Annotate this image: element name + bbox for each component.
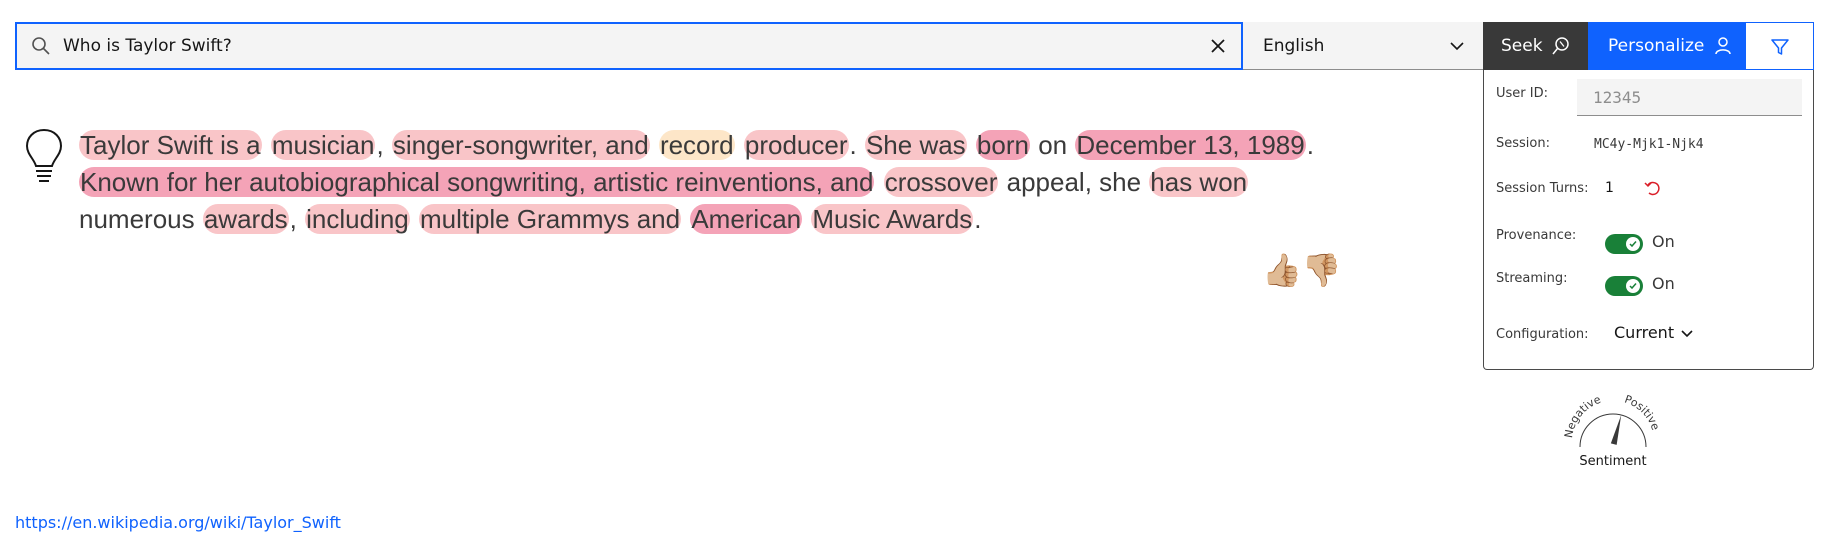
thumbs-up-icon[interactable]: 👍🏼 — [1262, 251, 1302, 289]
close-icon[interactable] — [1207, 35, 1229, 57]
personalize-button[interactable]: Personalize — [1588, 22, 1746, 70]
highlighted-phrase[interactable]: including — [305, 204, 410, 234]
session-turns-label: Session Turns: — [1496, 181, 1589, 196]
plain-text: , — [289, 204, 305, 234]
plain-text — [967, 130, 976, 160]
plain-text: . — [1306, 130, 1314, 160]
search-input-container[interactable]: Who is Taylor Swift? — [15, 22, 1243, 70]
search-input[interactable]: Who is Taylor Swift? — [63, 24, 232, 68]
thumbs-down-icon[interactable]: 👎🏼 — [1302, 251, 1342, 289]
seek-button-label: Seek — [1501, 36, 1543, 56]
filter-icon — [1771, 39, 1789, 55]
plain-text: . — [849, 130, 864, 160]
plain-text: on — [1030, 130, 1075, 160]
personalize-panel: User ID: 12345 Session: MC4y-Mjk1-Njk4 S… — [1483, 70, 1814, 370]
user-id-label: User ID: — [1496, 86, 1548, 101]
sentiment-positive-label: Positive — [1623, 393, 1662, 432]
plain-text — [874, 167, 883, 197]
highlighted-phrase[interactable]: producer — [743, 130, 849, 160]
seek-search-icon — [1552, 37, 1569, 55]
session-label: Session: — [1496, 136, 1550, 151]
session-value: MC4y-Mjk1-Njk4 — [1594, 137, 1704, 152]
seek-button[interactable]: Seek — [1483, 22, 1588, 70]
personalize-button-label: Personalize — [1608, 36, 1705, 56]
streaming-state: On — [1652, 274, 1675, 293]
highlighted-phrase[interactable]: American — [690, 204, 803, 234]
plain-text: appeal, she — [999, 167, 1149, 197]
lightbulb-icon — [25, 128, 63, 182]
configuration-value: Current — [1614, 323, 1675, 342]
plain-text: . — [974, 204, 982, 234]
toggle-knob — [1626, 237, 1640, 251]
configuration-dropdown[interactable]: Current — [1614, 323, 1694, 342]
session-turns-value: 1 — [1605, 180, 1614, 196]
highlighted-phrase[interactable]: musician — [270, 130, 376, 160]
highlighted-phrase[interactable]: Taylor Swift is a — [79, 130, 262, 160]
highlighted-phrase[interactable]: Music Awards — [811, 204, 974, 234]
toggle-knob — [1626, 279, 1640, 293]
highlighted-phrase[interactable]: record — [658, 130, 735, 160]
search-icon — [32, 37, 50, 55]
plain-text — [650, 130, 659, 160]
highlighted-phrase[interactable]: crossover — [883, 167, 999, 197]
highlighted-phrase[interactable]: Known for her autobiographical songwriti… — [79, 167, 875, 197]
highlighted-phrase[interactable]: singer-songwriter, and — [391, 130, 650, 160]
user-icon — [1715, 37, 1731, 55]
check-icon — [1629, 283, 1637, 290]
plain-text — [735, 130, 744, 160]
feedback-buttons: 👍🏼👎🏼 — [1262, 252, 1342, 288]
plain-text — [262, 130, 271, 160]
language-select-value: English — [1263, 36, 1325, 56]
plain-text — [802, 204, 811, 234]
sentiment-needle — [1610, 415, 1622, 445]
check-icon — [1629, 241, 1637, 248]
highlighted-phrase[interactable]: multiple Grammys and — [419, 204, 682, 234]
chevron-down-icon — [1450, 42, 1464, 51]
language-select[interactable]: English — [1243, 22, 1483, 70]
provenance-state: On — [1652, 232, 1675, 251]
highlighted-phrase[interactable]: awards — [202, 204, 289, 234]
highlighted-phrase[interactable]: She was — [864, 130, 967, 160]
reset-icon[interactable] — [1644, 179, 1662, 197]
highlighted-phrase[interactable]: has won — [1149, 167, 1249, 197]
plain-text — [410, 204, 419, 234]
streaming-toggle[interactable] — [1605, 276, 1643, 296]
highlighted-phrase[interactable]: December 13, 1989 — [1075, 130, 1306, 160]
provenance-label: Provenance: — [1496, 228, 1577, 243]
plain-text — [681, 204, 690, 234]
sentiment-caption: Sentiment — [1579, 454, 1647, 469]
streaming-label: Streaming: — [1496, 271, 1568, 286]
plain-text: , — [376, 130, 391, 160]
configuration-label: Configuration: — [1496, 327, 1589, 342]
user-id-input[interactable]: 12345 — [1577, 79, 1802, 116]
sentiment-negative-label: Negative — [1562, 393, 1603, 439]
source-link[interactable]: https://en.wikipedia.org/wiki/Taylor_Swi… — [15, 513, 341, 532]
filter-button[interactable] — [1746, 22, 1814, 70]
provenance-toggle[interactable] — [1605, 234, 1643, 254]
chevron-down-icon — [1681, 329, 1693, 337]
highlighted-phrase[interactable]: born — [975, 130, 1030, 160]
answer-text: Taylor Swift is a musician, singer-songw… — [79, 127, 1369, 238]
